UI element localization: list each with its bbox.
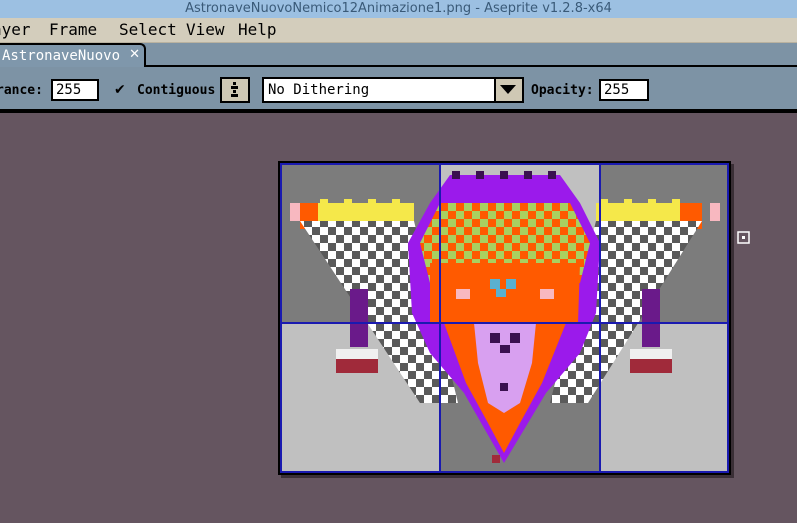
menu-view-label: View <box>186 20 225 39</box>
contiguous-label[interactable]: Contiguous <box>137 83 215 98</box>
checkmark-icon[interactable]: ✔ <box>114 82 126 98</box>
dropdown-arrow-icon <box>500 85 516 94</box>
sprite-canvas[interactable] <box>278 161 731 475</box>
title-bar: AstronaveNuovoNemico12Animazione1.png - … <box>0 0 797 18</box>
menu-help-label: Help <box>238 20 277 39</box>
menu-select[interactable]: Select <box>119 20 177 39</box>
menu-frame[interactable]: Frame <box>49 20 97 39</box>
menu-layer[interactable]: ayer <box>0 20 31 39</box>
dithering-value: No Dithering <box>268 82 370 98</box>
sprite-art <box>280 163 729 473</box>
tab-label: AstronaveNuovo <box>2 48 121 64</box>
menu-help[interactable]: Help <box>238 20 277 39</box>
opacity-input[interactable]: 255 <box>599 79 649 101</box>
tolerance-input[interactable]: 255 <box>51 79 99 101</box>
tolerance-label: rance: <box>0 83 43 98</box>
dithering-select[interactable]: No Dithering <box>262 77 524 103</box>
menu-bar: ayer Frame Select View Help <box>0 18 797 43</box>
tab-bar: AstronaveNuovo ✕ <box>0 43 797 67</box>
menu-view[interactable]: View <box>186 20 225 39</box>
close-icon[interactable]: ✕ <box>129 47 140 62</box>
context-toolbar: rance: 255 ✔ Contiguous No Dithering Opa… <box>0 67 797 113</box>
menu-frame-label: Frame <box>49 20 98 39</box>
tab-sprite[interactable]: AstronaveNuovo ✕ <box>0 43 146 67</box>
cursor-icon <box>737 231 750 244</box>
tolerance-button[interactable] <box>220 77 250 103</box>
menu-select-label: Select <box>119 20 177 39</box>
opacity-label: Opacity: <box>531 83 594 98</box>
dropdown-button[interactable] <box>494 79 522 101</box>
tolerance-button-icon <box>231 82 238 97</box>
window-title: AstronaveNuovoNemico12Animazione1.png - … <box>185 1 612 16</box>
